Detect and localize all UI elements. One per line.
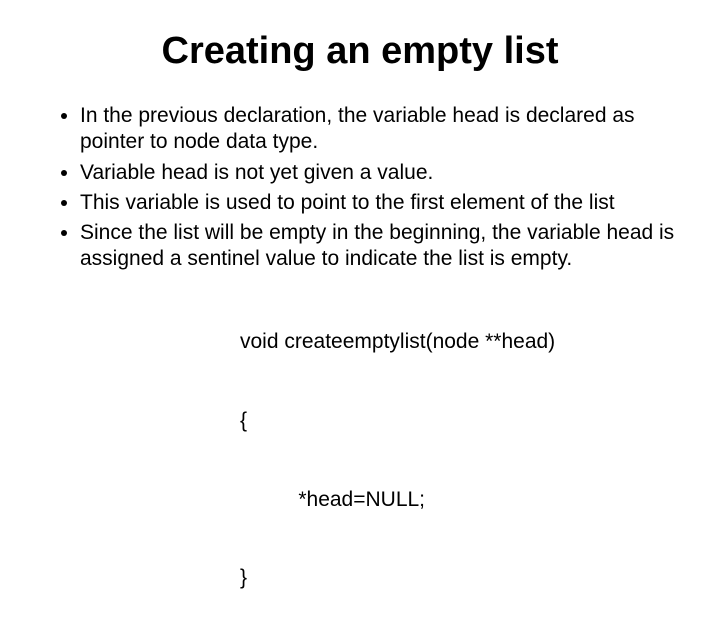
code-line: { <box>240 408 680 434</box>
slide: Creating an empty list In the previous d… <box>0 0 720 540</box>
list-item: Since the list will be empty in the begi… <box>80 220 680 273</box>
list-item: This variable is used to point to the fi… <box>80 190 680 216</box>
list-item: Variable head is not yet given a value. <box>80 160 680 186</box>
bullet-list: In the previous declaration, the variabl… <box>40 103 680 273</box>
list-item: In the previous declaration, the variabl… <box>80 103 680 156</box>
code-snippet: void createemptylist(node **head) { *hea… <box>240 277 680 644</box>
slide-title: Creating an empty list <box>40 30 680 73</box>
code-line: *head=NULL; <box>240 487 680 513</box>
code-line: void createemptylist(node **head) <box>240 329 680 355</box>
code-line: } <box>240 565 680 591</box>
